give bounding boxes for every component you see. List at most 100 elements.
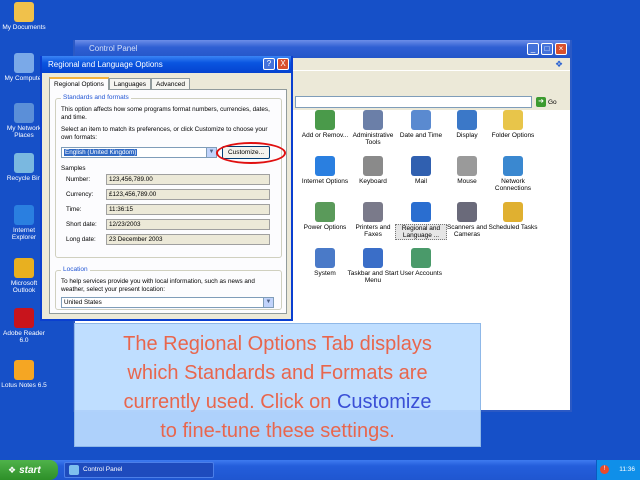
control-panel-item-label: Mouse	[457, 178, 477, 185]
sample-label: Long date:	[66, 236, 96, 243]
control-panel-item[interactable]: Taskbar and Start Menu	[347, 248, 399, 284]
control-panel-item[interactable]: Internet Options	[299, 156, 351, 185]
location-label: Location	[61, 266, 90, 274]
keyboard-icon	[363, 156, 383, 176]
go-button[interactable]: ➜ Go	[536, 96, 564, 108]
start-button[interactable]: ❖ start	[0, 460, 58, 480]
sample-value: £123,456,789.00	[106, 189, 270, 200]
taskbar-start-menu-icon	[363, 248, 383, 268]
control-panel-item[interactable]: Regional and Language ...	[395, 202, 447, 240]
maximize-button[interactable]: □	[541, 43, 553, 55]
desktop-icon-label: Lotus Notes 6.5	[1, 382, 47, 389]
format-select[interactable]: English (United Kingdom) ▼	[61, 147, 217, 158]
power-options-icon	[315, 202, 335, 222]
control-panel-item-label: Administrative Tools	[352, 132, 394, 146]
taskbar-control-panel-button[interactable]: Control Panel	[64, 462, 214, 478]
instruction-line-1: The Regional Options Tab displays	[123, 333, 432, 355]
tab-regional-options[interactable]: Regional Options	[49, 77, 109, 90]
instruction-customize-word: Customize	[336, 391, 432, 413]
go-label: Go	[548, 98, 557, 106]
system-tray: ! 11:36	[596, 460, 640, 480]
my-computer-icon	[14, 53, 34, 73]
address-field[interactable]	[295, 96, 532, 108]
control-panel-item-label: System	[314, 270, 336, 277]
recycle-bin-icon	[14, 153, 34, 173]
control-panel-item[interactable]: Add or Remov...	[299, 110, 351, 139]
printers-faxes-icon	[363, 202, 383, 222]
control-panel-item[interactable]: Mail	[395, 156, 447, 185]
taskbar: ❖ start Control Panel ! 11:36	[0, 460, 640, 480]
tray-status-icon[interactable]: !	[600, 465, 609, 474]
desktop-icon[interactable]: Lotus Notes 6.5	[0, 360, 48, 389]
scanners-cameras-icon	[457, 202, 477, 222]
location-select-value: United States	[64, 299, 102, 306]
samples-label: Samples	[61, 165, 86, 172]
adobe-reader-icon	[14, 308, 34, 328]
my-network-places-icon	[14, 103, 34, 123]
control-panel-item[interactable]: User Accounts	[395, 248, 447, 277]
control-panel-item-label: Scheduled Tasks	[488, 224, 538, 231]
control-panel-item[interactable]: System	[299, 248, 351, 277]
windows-flag-icon: ❖	[8, 465, 17, 475]
control-panel-item-label: Display	[456, 132, 478, 139]
dialog-close-button[interactable]: X	[277, 58, 289, 70]
internet-explorer-icon	[14, 205, 34, 225]
instruction-line-4: to fine-tune these settings.	[160, 420, 395, 442]
standards-formats-group: Standards and formats This option affect…	[55, 94, 282, 258]
select-prompt: Select an item to match its preferences,…	[61, 126, 268, 141]
desktop-icon[interactable]: My Documents	[0, 2, 48, 31]
add-remove-programs-icon	[315, 110, 335, 130]
instruction-callout: The Regional Options Tab displays which …	[74, 323, 481, 447]
my-documents-icon	[14, 2, 34, 22]
chevron-down-icon: ▼	[206, 148, 216, 157]
network-connections-icon	[503, 156, 523, 176]
administrative-tools-icon	[363, 110, 383, 130]
control-panel-item-label: User Accounts	[400, 270, 442, 277]
close-button[interactable]: ×	[555, 43, 567, 55]
control-panel-item[interactable]: Scanners and Cameras	[441, 202, 493, 238]
dialog-title: Regional and Language Options	[48, 60, 163, 69]
control-panel-item[interactable]: Administrative Tools	[347, 110, 399, 146]
location-select[interactable]: United States ▼	[61, 297, 274, 308]
standards-formats-label: Standards and formats	[61, 94, 131, 102]
help-button[interactable]: ?	[263, 58, 275, 70]
control-panel-item[interactable]: Folder Options	[487, 110, 539, 139]
instruction-line-2: which Standards and Formats are	[127, 362, 428, 384]
internet-options-icon	[315, 156, 335, 176]
minimize-button[interactable]: _	[527, 43, 539, 55]
control-panel-item[interactable]: Display	[441, 110, 493, 139]
control-panel-item[interactable]: Scheduled Tasks	[487, 202, 539, 231]
instruction-line-3-text: currently used. Click on	[123, 391, 337, 413]
control-panel-item[interactable]: Date and Time	[395, 110, 447, 139]
sample-value: 23 December 2003	[106, 234, 270, 245]
control-panel-icon	[69, 465, 79, 475]
control-panel-item[interactable]: Power Options	[299, 202, 351, 231]
control-panel-item-label: Add or Remov...	[301, 132, 349, 139]
sample-value: 11:36:15	[106, 204, 270, 215]
scheduled-tasks-icon	[503, 202, 523, 222]
sample-label: Currency:	[66, 191, 94, 198]
taskbar-window-label: Control Panel	[83, 466, 123, 473]
mouse-icon	[457, 156, 477, 176]
windows-logo-icon: ❖	[554, 59, 564, 69]
control-panel-item-label: Date and Time	[399, 132, 443, 139]
control-panel-item[interactable]: Network Connections	[487, 156, 539, 192]
go-arrow-icon: ➜	[536, 97, 546, 107]
start-label: start	[19, 465, 41, 476]
system-icon	[315, 248, 335, 268]
control-panel-item-label: Folder Options	[491, 132, 535, 139]
regional-language-dialog: Regional and Language Options ? X Region…	[40, 56, 293, 321]
customize-highlight-oval	[216, 142, 286, 164]
control-panel-item-label: Keyboard	[359, 178, 387, 185]
control-panel-item-label: Internet Options	[301, 178, 349, 185]
regional-options-panel: Standards and formats This option affect…	[49, 89, 287, 314]
control-panel-item-label: Mail	[415, 178, 427, 185]
dialog-titlebar[interactable]: Regional and Language Options ? X	[42, 56, 291, 73]
control-panel-item[interactable]: Printers and Faxes	[347, 202, 399, 238]
control-panel-item[interactable]: Mouse	[441, 156, 493, 185]
outlook-icon	[14, 258, 34, 278]
control-panel-item[interactable]: Keyboard	[347, 156, 399, 185]
control-panel-item-label: Taskbar and Start Menu	[347, 270, 399, 284]
sample-label: Short date:	[66, 221, 97, 228]
user-accounts-icon	[411, 248, 431, 268]
